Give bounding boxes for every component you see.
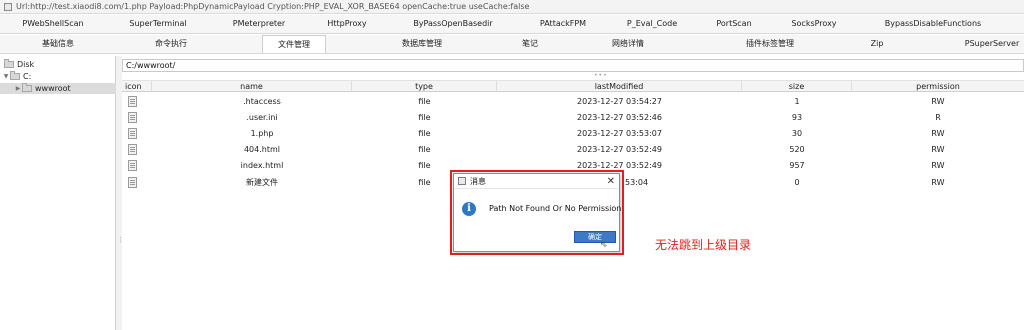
tab-httpproxy[interactable]: HttpProxy — [322, 15, 372, 33]
path-input[interactable]: C:/wwwroot/ — [122, 59, 1024, 72]
cell-permission: RW — [931, 97, 945, 106]
dialog-message: Path Not Found Or No Permission! — [489, 204, 625, 213]
ok-button[interactable]: 确定 — [574, 231, 616, 243]
tab-pmeterpreter[interactable]: PMeterpreter — [226, 15, 292, 33]
cell-name: .user.ini — [246, 113, 278, 122]
mouse-cursor-icon: ⇖ — [600, 240, 608, 250]
file-icon — [128, 177, 137, 188]
tab-database-manager[interactable]: 数据库管理 — [390, 35, 454, 53]
cell-permission: RW — [931, 145, 945, 154]
file-icon — [128, 128, 137, 139]
col-permission[interactable]: permission — [852, 81, 1024, 92]
cell-lastmodified: 2023-12-27 03:53:07 — [577, 129, 662, 138]
folder-icon — [10, 71, 20, 80]
window-titlebar: Url:http://test.xiaodi8.com/1.php Payloa… — [0, 0, 1024, 14]
table-row[interactable]: .htaccess file 2023-12-27 03:54:27 1 RW — [122, 94, 1024, 109]
directory-tree: Disk ▼ C: ▶ wwwroot — [0, 56, 116, 330]
cell-type: file — [418, 129, 431, 138]
cell-type: file — [418, 113, 431, 122]
tab-bypassopenbasedir[interactable]: ByPassOpenBasedir — [407, 15, 499, 33]
annotation-text: 无法跳到上级目录 — [655, 238, 752, 252]
tab-plugin-tags[interactable]: 插件标签管理 — [735, 35, 805, 53]
file-icon — [128, 160, 137, 171]
tab-network-details[interactable]: 网络详情 — [600, 35, 656, 53]
tab-bypassdisablefunctions[interactable]: BypassDisableFunctions — [880, 15, 986, 33]
tree-folder-wwwroot[interactable]: ▶ wwwroot — [0, 83, 116, 94]
cell-type: file — [418, 161, 431, 170]
tab-p-eval-code[interactable]: P_Eval_Code — [622, 15, 682, 33]
cell-lastmodified: 2023-12-27 03:52:46 — [577, 113, 662, 122]
info-icon: i — [462, 202, 476, 216]
tree-disk-label: Disk — [17, 60, 35, 69]
tab-superterminal[interactable]: SuperTerminal — [120, 15, 196, 33]
tab-pwebshellscan[interactable]: PWebShellScan — [18, 15, 88, 33]
table-row[interactable]: 404.html file 2023-12-27 03:52:49 520 RW — [122, 142, 1024, 157]
dialog-title: 消息 — [470, 177, 486, 186]
tab-psuperserver[interactable]: PSuperServer — [960, 35, 1024, 53]
dialog-titlebar: 消息 ✕ — [454, 174, 619, 189]
file-icon — [128, 112, 137, 123]
tab-socksproxy[interactable]: SocksProxy — [785, 15, 843, 33]
message-dialog: 消息 ✕ i Path Not Found Or No Permission! … — [453, 173, 625, 252]
cell-size: 957 — [789, 161, 805, 170]
cell-name: index.html — [240, 161, 284, 170]
tab-file-manager[interactable]: 文件管理 — [262, 35, 326, 53]
dialog-app-icon — [458, 177, 466, 185]
cell-size: 1 — [794, 97, 800, 106]
cell-permission: RW — [931, 161, 945, 170]
cell-lastmodified: 2023-12-27 03:52:49 — [577, 145, 662, 154]
cell-name: .htaccess — [243, 97, 281, 106]
col-type[interactable]: type — [352, 81, 497, 92]
main-tab-row: 基础信息 命令执行 文件管理 数据库管理 笔记 网络详情 插件标签管理 Zip … — [0, 35, 1024, 54]
col-lastmodified[interactable]: lastModified — [497, 81, 742, 92]
cell-size: 93 — [791, 113, 803, 122]
cell-size: 520 — [789, 145, 805, 154]
expand-arrow-icon[interactable]: ▼ — [2, 71, 10, 82]
cell-name: 新建文件 — [246, 178, 278, 187]
tree-disk[interactable]: Disk — [4, 59, 34, 70]
tree-drive-c[interactable]: ▼ C: — [2, 71, 31, 82]
table-row[interactable]: 1.php file 2023-12-27 03:53:07 30 RW — [122, 126, 1024, 141]
tab-command-exec[interactable]: 命令执行 — [143, 35, 199, 53]
col-size[interactable]: size — [742, 81, 852, 92]
tab-pattackfpm[interactable]: PAttackFPM — [532, 15, 594, 33]
cell-type: file — [418, 145, 431, 154]
cell-permission: R — [935, 113, 941, 122]
tab-notes[interactable]: 笔记 — [512, 35, 548, 53]
col-icon[interactable]: icon — [122, 81, 152, 92]
table-row[interactable]: .user.ini file 2023-12-27 03:52:46 93 R — [122, 110, 1024, 125]
cell-name: 1.php — [250, 129, 274, 138]
cell-size: 0 — [794, 178, 800, 187]
file-icon — [128, 96, 137, 107]
folder-icon — [4, 59, 14, 68]
cell-lastmodified: 2023-12-27 03:54:27 — [577, 97, 662, 106]
table-header: icon name type lastModified size permiss… — [122, 80, 1024, 92]
cell-type: file — [418, 97, 431, 106]
app-icon — [4, 2, 12, 11]
cell-lastmodified: 2023-12-27 03:52:49 — [577, 161, 662, 170]
col-name[interactable]: name — [152, 81, 352, 92]
tab-portscan[interactable]: PortScan — [710, 15, 758, 33]
plugin-tab-row: PWebShellScan SuperTerminal PMeterpreter… — [0, 15, 1024, 34]
cell-permission: RW — [931, 129, 945, 138]
close-icon[interactable]: ✕ — [607, 174, 615, 189]
cell-name: 404.html — [243, 145, 281, 154]
cell-size: 30 — [791, 129, 803, 138]
tree-folder-label: wwwroot — [35, 84, 71, 93]
cell-permission: RW — [931, 178, 945, 187]
table-row[interactable]: index.html file 2023-12-27 03:52:49 957 … — [122, 158, 1024, 173]
tab-zip[interactable]: Zip — [862, 35, 892, 53]
tree-drive-label: C: — [23, 72, 32, 81]
folder-icon — [22, 83, 32, 92]
window-title: Url:http://test.xiaodi8.com/1.php Payloa… — [16, 2, 530, 11]
collapse-arrow-icon[interactable]: ▶ — [14, 83, 22, 94]
tab-basic-info[interactable]: 基础信息 — [30, 35, 86, 53]
horizontal-grip-icon[interactable]: ••• — [594, 72, 608, 79]
file-icon — [128, 144, 137, 155]
